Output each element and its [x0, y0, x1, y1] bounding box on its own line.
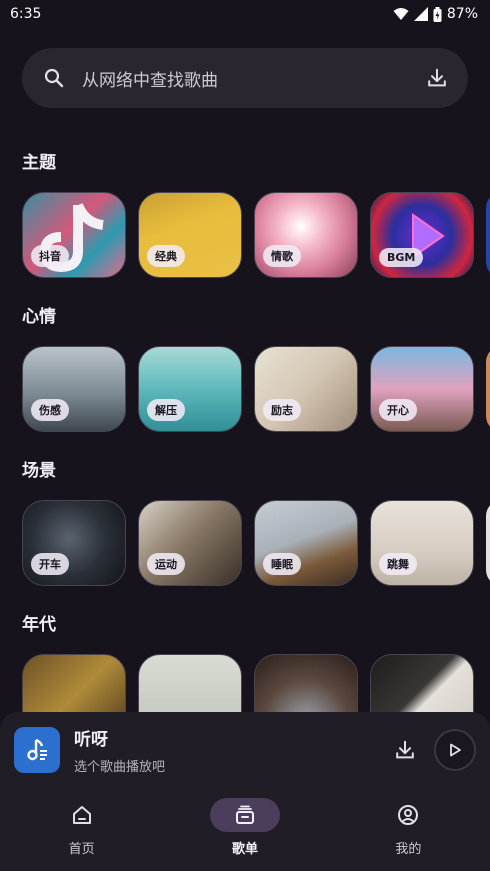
- play-icon: [450, 743, 461, 757]
- playlist-card-partial[interactable]: [486, 192, 490, 278]
- playlist-card-partial[interactable]: [486, 346, 490, 432]
- battery-percent: 87%: [446, 6, 478, 22]
- nav-label-playlist: 歌单: [231, 842, 258, 857]
- theme-row[interactable]: 抖音 经典 情歌 BGM: [22, 192, 490, 278]
- mood-row[interactable]: 伤感 解压 励志 开心: [22, 346, 490, 432]
- download-icon[interactable]: [426, 67, 448, 89]
- nav-item-playlist[interactable]: 歌单: [163, 788, 326, 871]
- player-album-art: [14, 727, 60, 773]
- card-label: 情歌: [263, 245, 301, 267]
- playlist-card-classic[interactable]: 经典: [138, 192, 242, 278]
- card-label: 开车: [31, 553, 69, 575]
- play-button[interactable]: [434, 729, 476, 771]
- playlist-card-sad[interactable]: 伤感: [22, 346, 126, 432]
- playlist-card-inspire[interactable]: 励志: [254, 346, 358, 432]
- card-label: 解压: [147, 399, 185, 421]
- card-label: 睡眠: [263, 553, 301, 575]
- card-label: BGM: [379, 248, 424, 267]
- section-title-theme: 主题: [22, 153, 56, 173]
- download-icon[interactable]: [394, 739, 416, 761]
- card-label: 励志: [263, 399, 301, 421]
- card-label: 跳舞: [379, 553, 417, 575]
- playlist-card-dance[interactable]: 跳舞: [370, 500, 474, 586]
- status-bar: 6:35 87%: [0, 0, 490, 28]
- playlist-icon: [235, 805, 254, 824]
- profile-icon: [398, 805, 419, 825]
- signal-icon: [413, 7, 428, 21]
- playlist-card-happy[interactable]: 开心: [370, 346, 474, 432]
- section-title-era: 年代: [22, 615, 56, 635]
- playlist-card-sports[interactable]: 运动: [138, 500, 242, 586]
- status-time: 6:35: [10, 6, 42, 22]
- mini-player[interactable]: 听呀 选个歌曲播放吧: [0, 712, 490, 788]
- wifi-icon: [393, 8, 409, 20]
- search-input[interactable]: 从网络中查找歌曲: [82, 66, 426, 91]
- playlist-card-relax[interactable]: 解压: [138, 346, 242, 432]
- playlist-card-partial[interactable]: [486, 500, 490, 586]
- player-subtitle: 选个歌曲播放吧: [74, 760, 166, 775]
- playlist-card-sleep[interactable]: 睡眠: [254, 500, 358, 586]
- nav-item-profile[interactable]: 我的: [327, 788, 490, 871]
- playlist-card-douyin[interactable]: 抖音: [22, 192, 126, 278]
- card-label: 运动: [147, 553, 185, 575]
- card-label: 伤感: [31, 399, 69, 421]
- bottom-nav: 首页 歌单 我的: [0, 788, 490, 871]
- battery-icon: [433, 6, 442, 22]
- section-title-scene: 场景: [22, 461, 56, 481]
- section-title-mood: 心情: [22, 307, 56, 327]
- player-title: 听呀: [74, 730, 108, 750]
- card-label: 经典: [147, 245, 185, 267]
- search-bar[interactable]: 从网络中查找歌曲: [22, 48, 468, 108]
- home-icon: [72, 806, 91, 824]
- playlist-card-bgm[interactable]: BGM: [370, 192, 474, 278]
- playlist-card-driving[interactable]: 开车: [22, 500, 126, 586]
- nav-item-home[interactable]: 首页: [0, 788, 163, 871]
- card-label: 开心: [379, 399, 417, 421]
- scene-row[interactable]: 开车 运动 睡眠 跳舞: [22, 500, 490, 586]
- card-label: 抖音: [31, 245, 69, 267]
- status-icons: 87%: [393, 6, 478, 22]
- music-note-icon: [27, 738, 47, 761]
- search-icon: [44, 68, 64, 88]
- playlist-card-love-songs[interactable]: 情歌: [254, 192, 358, 278]
- nav-label-profile: 我的: [395, 842, 422, 857]
- player-info: 听呀 选个歌曲播放吧: [74, 725, 394, 775]
- nav-label-home: 首页: [68, 842, 95, 857]
